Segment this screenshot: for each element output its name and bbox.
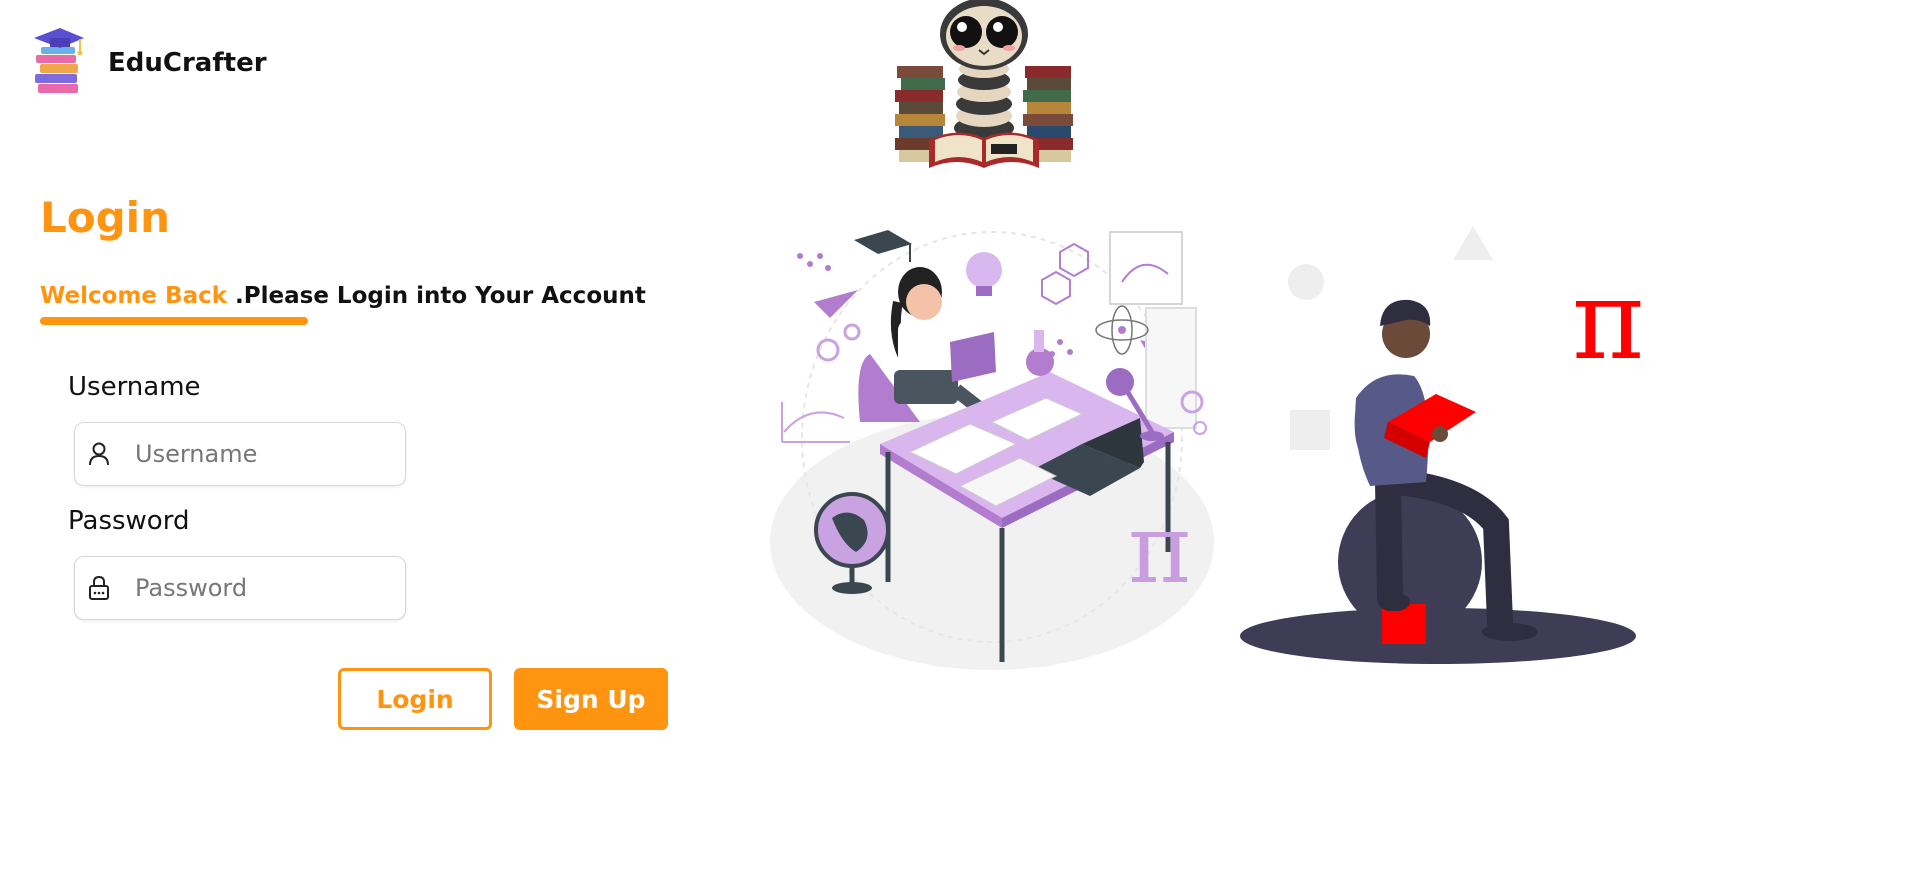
user-icon — [87, 441, 111, 467]
student-studying-illustration: π — [770, 230, 1214, 670]
welcome-message: Welcome Back .Please Login into Your Acc… — [40, 283, 646, 309]
pi-symbol-red: π — [1572, 256, 1644, 384]
login-button[interactable]: Login — [338, 668, 492, 730]
graduation-cap-icon — [854, 230, 912, 262]
pi-symbol-purple: π — [1128, 493, 1191, 605]
password-input[interactable] — [135, 574, 435, 602]
welcome-accent: Welcome Back — [40, 283, 228, 309]
page-title: Login — [40, 193, 170, 242]
welcome-subtext: .Please Login into Your Account — [227, 283, 646, 309]
username-label: Username — [68, 372, 201, 402]
signup-button[interactable]: Sign Up — [514, 668, 668, 730]
username-field[interactable] — [74, 422, 435, 486]
brand[interactable]: EduCrafter — [30, 22, 267, 104]
book-stack-logo-icon — [34, 28, 84, 93]
password-field[interactable] — [74, 556, 435, 620]
owl-mascot-icon — [895, 0, 1073, 168]
brand-name: EduCrafter — [108, 48, 267, 78]
username-input[interactable] — [135, 440, 435, 468]
reading-person-illustration: π — [1240, 226, 1644, 664]
welcome-underline — [40, 317, 308, 325]
password-label: Password — [68, 506, 190, 536]
lock-icon — [87, 575, 111, 601]
